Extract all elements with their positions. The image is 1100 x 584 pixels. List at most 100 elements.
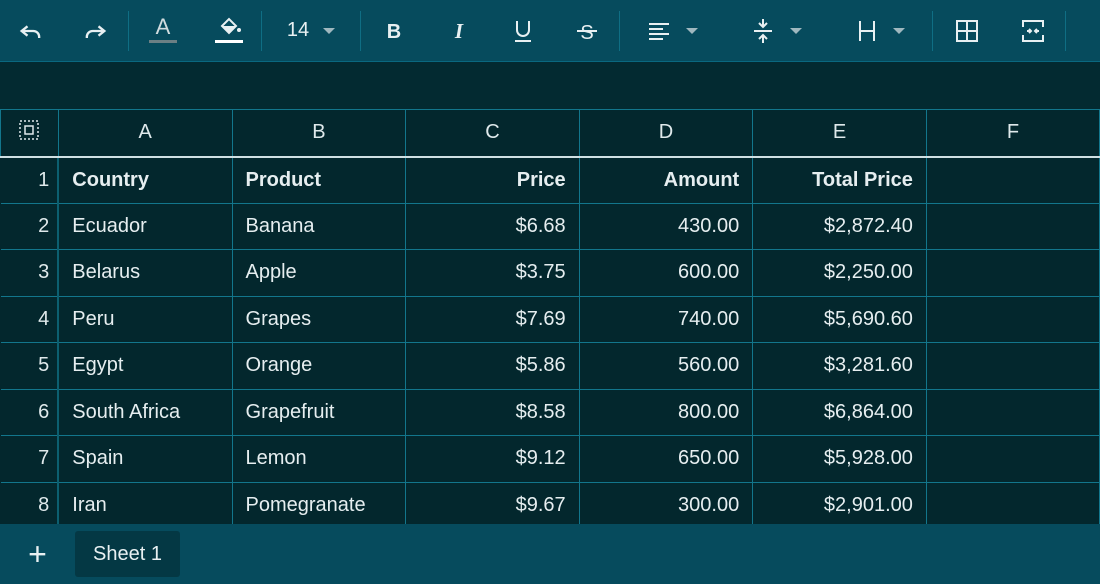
italic-button[interactable]: I — [427, 0, 491, 62]
add-sheet-button[interactable]: + — [0, 524, 75, 584]
table-row: 4 Peru Grapes $7.69 740.00 $5,690.60 — [0, 295, 1100, 343]
fill-color-button[interactable] — [197, 0, 261, 62]
table-cell[interactable]: Apple — [231, 249, 407, 297]
horizontal-align-select[interactable] — [620, 0, 724, 62]
toolbar-divider — [1065, 10, 1066, 51]
table-cell[interactable]: Orange — [231, 342, 407, 390]
table-cell[interactable]: $5,928.00 — [752, 435, 927, 483]
table-cell[interactable]: 300.00 — [578, 481, 754, 524]
table-row: 5 Egypt Orange $5.86 560.00 $3,281.60 — [0, 342, 1100, 390]
column-header[interactable]: B — [231, 109, 407, 158]
table-cell[interactable] — [925, 435, 1100, 483]
row-header[interactable]: 5 — [0, 342, 60, 390]
sheet-tab[interactable]: Sheet 1 — [75, 531, 180, 577]
table-cell[interactable]: 600.00 — [578, 249, 754, 297]
underline-icon — [515, 20, 531, 42]
table-cell[interactable]: $2,901.00 — [752, 481, 927, 524]
bold-button[interactable]: B — [361, 0, 427, 62]
table-cell[interactable]: 740.00 — [578, 295, 754, 343]
table-cell[interactable]: Egypt — [57, 342, 233, 390]
underline-button[interactable] — [491, 0, 555, 62]
table-cell[interactable]: Lemon — [231, 435, 407, 483]
header-cell[interactable]: Product — [231, 156, 407, 204]
table-cell[interactable]: 650.00 — [578, 435, 754, 483]
row-header[interactable]: 1 — [0, 156, 60, 204]
table-cell[interactable]: Pomegranate — [231, 481, 407, 524]
fill-color-icon — [215, 17, 243, 43]
column-header[interactable]: C — [405, 109, 580, 158]
formula-bar[interactable] — [0, 62, 1100, 109]
table-cell[interactable]: $7.69 — [405, 295, 580, 343]
font-size-select[interactable]: 14 — [262, 0, 360, 62]
table-cell[interactable]: $3.75 — [405, 249, 580, 297]
row-header[interactable]: 8 — [0, 481, 60, 524]
redo-icon — [85, 24, 107, 38]
table-cell[interactable] — [925, 202, 1100, 250]
bold-icon: B — [387, 21, 401, 43]
table-cell[interactable]: Peru — [57, 295, 233, 343]
table-cell[interactable]: $2,872.40 — [752, 202, 927, 250]
italic-icon: I — [454, 19, 464, 43]
header-cell[interactable]: Total Price — [752, 156, 927, 204]
table-cell[interactable]: $9.67 — [405, 481, 580, 524]
column-header[interactable]: E — [752, 109, 927, 158]
table-cell[interactable]: 430.00 — [578, 202, 754, 250]
table-row: 3 Belarus Apple $3.75 600.00 $2,250.00 — [0, 249, 1100, 297]
table-cell[interactable] — [925, 388, 1100, 436]
table-cell[interactable]: $2,250.00 — [752, 249, 927, 297]
header-cell[interactable]: Country — [57, 156, 233, 204]
text-color-button[interactable]: A — [129, 0, 197, 62]
header-cell[interactable] — [925, 156, 1100, 204]
select-all-button[interactable] — [0, 109, 59, 158]
table-cell[interactable] — [925, 342, 1100, 390]
strikethrough-icon: S — [577, 22, 597, 44]
chevron-down-icon — [893, 27, 905, 34]
text-wrap-icon — [859, 20, 875, 41]
merge-cells-button[interactable] — [1001, 0, 1065, 62]
table-cell[interactable]: Banana — [231, 202, 407, 250]
table-cell[interactable]: 800.00 — [578, 388, 754, 436]
header-cell[interactable]: Amount — [578, 156, 754, 204]
table-cell[interactable]: $6,864.00 — [752, 388, 927, 436]
strikethrough-button[interactable]: S — [555, 0, 619, 62]
table-cell[interactable] — [925, 249, 1100, 297]
vertical-align-select[interactable] — [724, 0, 828, 62]
row-header[interactable]: 7 — [0, 435, 60, 483]
table-cell[interactable]: $9.12 — [405, 435, 580, 483]
table-cell[interactable]: Grapes — [231, 295, 407, 343]
table-cell[interactable]: Iran — [57, 481, 233, 524]
row-header[interactable]: 4 — [0, 295, 60, 343]
table-cell[interactable] — [925, 295, 1100, 343]
table-cell[interactable]: $5.86 — [405, 342, 580, 390]
spreadsheet-grid: A B C D E F 1 Country Product Price Amount To… — [0, 109, 1100, 524]
table-cell[interactable]: $6.68 — [405, 202, 580, 250]
row-header[interactable]: 6 — [0, 388, 60, 436]
table-cell[interactable]: Ecuador — [57, 202, 233, 250]
chevron-down-icon — [686, 27, 698, 34]
row-header[interactable]: 2 — [0, 202, 60, 250]
table-cell[interactable]: 560.00 — [578, 342, 754, 390]
table-cell[interactable]: $5,690.60 — [752, 295, 927, 343]
header-cell[interactable]: Price — [405, 156, 580, 204]
toolbar: A 14 B I S — [0, 0, 1100, 62]
undo-button[interactable] — [0, 0, 62, 62]
table-row: 7 Spain Lemon $9.12 650.00 $5,928.00 — [0, 435, 1100, 483]
table-cell[interactable]: $8.58 — [405, 388, 580, 436]
redo-button[interactable] — [62, 0, 128, 62]
borders-button[interactable] — [933, 0, 1001, 62]
row-header[interactable]: 3 — [0, 249, 60, 297]
column-header[interactable]: D — [578, 109, 754, 158]
table-cell[interactable] — [925, 481, 1100, 524]
align-left-icon — [649, 22, 669, 40]
table-cell[interactable]: Spain — [57, 435, 233, 483]
text-wrap-select[interactable] — [828, 0, 932, 62]
table-row: 6 South Africa Grapefruit $8.58 800.00 $6,864… — [0, 388, 1100, 436]
table-cell[interactable]: Belarus — [57, 249, 233, 297]
table-cell[interactable]: Grapefruit — [231, 388, 407, 436]
table-cell[interactable]: South Africa — [57, 388, 233, 436]
chevron-down-icon — [790, 27, 802, 34]
column-header[interactable]: F — [925, 109, 1100, 158]
table-cell[interactable]: $3,281.60 — [752, 342, 927, 390]
font-size-value: 14 — [286, 19, 310, 41]
column-header[interactable]: A — [57, 109, 233, 158]
